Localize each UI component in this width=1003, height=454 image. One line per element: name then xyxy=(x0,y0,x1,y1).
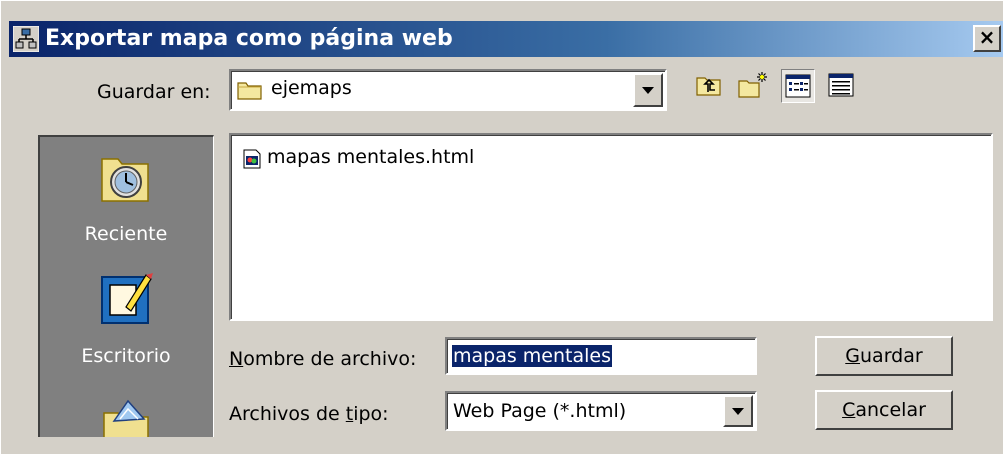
folder-icon xyxy=(237,82,262,100)
cancel-button[interactable]: Cancelar xyxy=(815,390,953,430)
my-documents-icon xyxy=(103,399,149,437)
filename-value: mapas mentales xyxy=(452,345,612,367)
save-in-dropdown[interactable]: ejemaps xyxy=(229,69,667,111)
new-folder-button[interactable] xyxy=(737,69,771,103)
save-in-label: Guardar en: xyxy=(97,81,211,103)
new-folder-icon xyxy=(738,72,767,98)
chevron-down-icon xyxy=(642,87,654,94)
details-view-button[interactable] xyxy=(825,69,859,103)
place-desktop-label: Escritorio xyxy=(81,345,171,367)
list-view-button[interactable] xyxy=(781,69,815,103)
place-recent-label: Reciente xyxy=(84,223,168,245)
desktop-icon xyxy=(101,273,153,324)
save-in-value: ejemaps xyxy=(271,77,352,99)
chevron-down-icon xyxy=(732,408,744,415)
file-name: mapas mentales.html xyxy=(267,146,475,168)
filename-label: Nombre de archivo: xyxy=(229,348,417,370)
window-title: Exportar mapa como página web xyxy=(45,26,453,51)
up-one-level-button[interactable] xyxy=(693,69,727,103)
filetype-label: Archivos de tipo: xyxy=(229,403,389,425)
recent-icon xyxy=(101,158,149,202)
save-in-dropdown-button[interactable] xyxy=(633,73,663,107)
filetype-dropdown[interactable]: Web Page (*.html) xyxy=(445,391,757,431)
filetype-value: Web Page (*.html) xyxy=(453,400,627,422)
close-icon: × xyxy=(978,25,996,49)
up-one-level-icon xyxy=(696,77,721,96)
save-button[interactable]: Guardar xyxy=(815,336,953,376)
place-desktop[interactable]: Escritorio xyxy=(40,267,212,373)
filename-input[interactable]: mapas mentales xyxy=(445,337,757,375)
title-bar[interactable]: Exportar mapa como página web × xyxy=(9,21,1003,57)
place-recent[interactable]: Reciente xyxy=(40,149,212,257)
details-view-icon xyxy=(828,73,854,97)
file-list[interactable]: mapas mentales.html xyxy=(229,133,993,321)
places-bar: Reciente Escritorio xyxy=(38,135,214,437)
html-file-icon xyxy=(243,149,261,169)
close-button[interactable]: × xyxy=(973,25,1001,52)
list-view-icon xyxy=(785,74,811,98)
place-my-documents[interactable] xyxy=(40,393,212,437)
export-dialog: Exportar mapa como página web × Guardar … xyxy=(0,0,1003,454)
app-map-icon xyxy=(13,26,39,52)
filetype-dropdown-button[interactable] xyxy=(723,395,753,427)
